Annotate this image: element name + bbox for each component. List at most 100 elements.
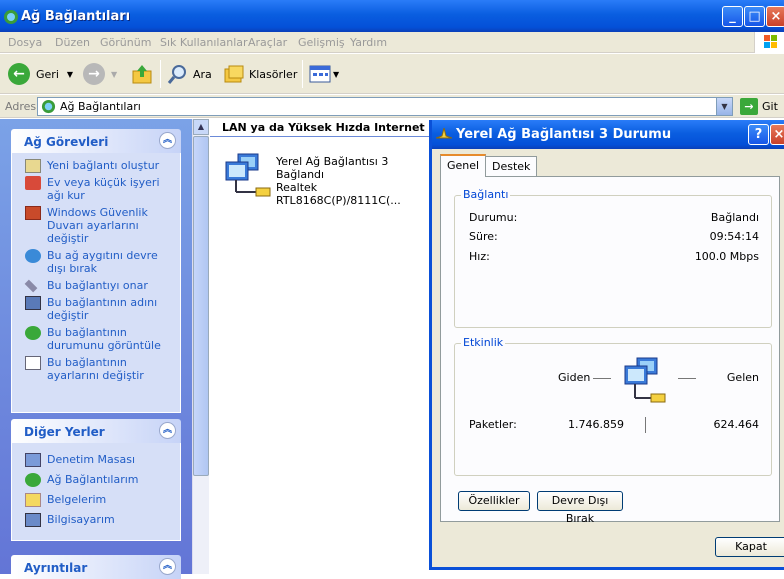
menu-tools[interactable]: Araçlar [248, 36, 287, 49]
back-button[interactable]: ← Geri ▼ [8, 61, 73, 87]
status-icon [25, 326, 41, 340]
connection-status-icon [436, 128, 452, 139]
activity-group-label: Etkinlik [461, 336, 506, 349]
status-value: Bağlandı [710, 211, 759, 224]
menu-file[interactable]: Dosya [8, 36, 42, 49]
received-label: Gelen [726, 371, 759, 384]
collapse-chevron-icon[interactable]: ︽ [159, 558, 176, 575]
menu-favorites[interactable]: Sık Kullanılanlar [160, 36, 248, 49]
packets-divider [645, 417, 646, 433]
task-new-connection[interactable]: Yeni bağlantı oluştur [12, 159, 180, 173]
menu-advanced[interactable]: Gelişmiş [298, 36, 345, 49]
scroll-up-icon[interactable]: ▲ [193, 119, 209, 135]
folders-button[interactable]: Klasörler [223, 61, 297, 87]
settings-checklist-icon [25, 356, 41, 370]
lan-connection-icon [225, 153, 271, 197]
repair-wrench-icon [24, 279, 38, 293]
task-rename-connection[interactable]: Bu bağlantının adını değiştir [12, 296, 180, 322]
network-tasks-header[interactable]: Ağ Görevleri ︽ [11, 129, 181, 153]
other-places-box: Diğer Yerler ︽ Denetim Masası Ağ Bağlant… [11, 419, 181, 541]
address-input[interactable]: Ağ Bağlantıları ▼ [37, 97, 733, 116]
group-header: LAN ya da Yüksek Hızda Internet [222, 121, 425, 134]
folders-label: Klasörler [249, 67, 298, 81]
collapse-chevron-icon[interactable]: ︽ [159, 422, 176, 439]
forward-arrow-icon: → [83, 63, 105, 85]
activity-group: Etkinlik Giden Gelen Paketler: 1.746.859… [454, 336, 772, 476]
network-tasks-box: Ağ Görevleri ︽ Yeni bağlantı oluştur Ev … [11, 129, 181, 413]
network-connections-icon [41, 99, 56, 114]
place-control-panel[interactable]: Denetim Masası [12, 453, 180, 467]
dialog-titlebar: Yerel Ağ Bağlantısı 3 Durumu ? × [432, 120, 784, 149]
packets-label: Paketler: [469, 418, 517, 431]
dialog-title: Yerel Ağ Bağlantısı 3 Durumu [456, 127, 672, 142]
windows-logo-icon [754, 32, 784, 53]
window-titlebar: Ağ Bağlantıları _ □ × [0, 0, 784, 32]
maximize-button[interactable]: □ [744, 6, 765, 27]
task-view-status[interactable]: Bu bağlantının durumunu görüntüle [12, 326, 180, 352]
tab-general[interactable]: Genel [440, 154, 487, 177]
menu-help[interactable]: Yardım [350, 36, 387, 49]
network-tasks-list: Yeni bağlantı oluştur Ev veya küçük işye… [11, 153, 181, 413]
connection-status-dialog: Yerel Ağ Bağlantısı 3 Durumu ? × Genel D… [429, 120, 784, 570]
task-repair-connection[interactable]: Bu bağlantıyı onar [12, 279, 180, 293]
minimize-button[interactable]: _ [722, 6, 743, 27]
sent-line [593, 378, 611, 379]
new-connection-icon [25, 159, 41, 173]
vertical-scrollbar[interactable]: ▲ [192, 119, 209, 574]
back-dropdown-icon[interactable]: ▼ [67, 70, 73, 79]
search-icon [167, 65, 186, 84]
menu-view[interactable]: Görünüm [100, 36, 151, 49]
close-button[interactable]: × [766, 6, 784, 27]
up-folder-icon [132, 65, 152, 84]
task-disable-device[interactable]: Bu ağ aygıtını devre dışı bırak [12, 249, 180, 275]
home-network-icon [25, 176, 41, 190]
place-my-documents[interactable]: Belgelerim [12, 493, 180, 507]
close-dialog-button[interactable]: Kapat [715, 537, 784, 557]
dialog-close-button[interactable]: × [770, 124, 784, 145]
duration-value: 09:54:14 [709, 230, 759, 243]
disable-network-icon [25, 249, 41, 263]
search-button[interactable]: Ara [167, 61, 212, 87]
other-places-header[interactable]: Diğer Yerler ︽ [11, 419, 181, 443]
connection-item[interactable]: Yerel Ağ Bağlantısı 3 Bağlandı Realtek R… [222, 152, 430, 207]
connection-device: Realtek RTL8168C(P)/8111C(... [276, 181, 401, 207]
sent-label: Giden [558, 371, 591, 384]
place-my-network[interactable]: Ağ Bağlantılarım [12, 473, 180, 487]
back-label: Geri [36, 67, 59, 81]
address-bar: Adres Ağ Bağlantıları ▼ → Git [0, 95, 784, 118]
rename-icon [25, 296, 41, 310]
forward-button[interactable]: → ▼ [83, 61, 117, 87]
forward-dropdown-icon[interactable]: ▼ [111, 70, 117, 79]
menu-edit[interactable]: Düzen [55, 36, 90, 49]
collapse-chevron-icon[interactable]: ︽ [159, 132, 176, 149]
connection-group: Bağlantı Durumu: Bağlandı Süre: 09:54:14… [454, 188, 772, 328]
group-divider [210, 136, 430, 137]
received-line [678, 378, 696, 379]
address-value: Ağ Bağlantıları [60, 100, 141, 113]
duration-label: Süre: [469, 230, 498, 243]
views-icon [309, 65, 331, 83]
window-title: Ağ Bağlantıları [21, 9, 131, 24]
scroll-thumb[interactable] [193, 136, 209, 476]
address-dropdown-icon[interactable]: ▼ [716, 98, 732, 115]
task-change-settings[interactable]: Bu bağlantının ayarlarını değiştir [12, 356, 180, 382]
up-folder-button[interactable] [131, 61, 153, 87]
tab-support[interactable]: Destek [485, 156, 538, 176]
packets-received-value: 624.464 [713, 418, 760, 431]
go-button[interactable]: → Git [740, 98, 778, 115]
task-home-network[interactable]: Ev veya küçük işyeri ağı kur [12, 176, 180, 202]
toolbar-separator [160, 60, 161, 88]
help-button[interactable]: ? [748, 124, 769, 145]
disable-button[interactable]: Devre Dışı Bırak [537, 491, 623, 525]
go-label: Git [762, 100, 778, 113]
place-my-computer[interactable]: Bilgisayarım [12, 513, 180, 527]
packets-sent-value: 1.746.859 [568, 418, 624, 431]
details-header[interactable]: Ayrıntılar ︽ [11, 555, 181, 579]
views-button[interactable]: ▼ [309, 61, 339, 87]
speed-value: 100.0 Mbps [694, 250, 759, 263]
network-activity-icon [624, 357, 666, 403]
task-firewall-settings[interactable]: Windows Güvenlik Duvarı ayarlarını değiş… [12, 206, 180, 245]
address-label: Adres [5, 100, 37, 113]
my-network-icon [25, 473, 41, 487]
properties-button[interactable]: Özellikler [458, 491, 530, 511]
